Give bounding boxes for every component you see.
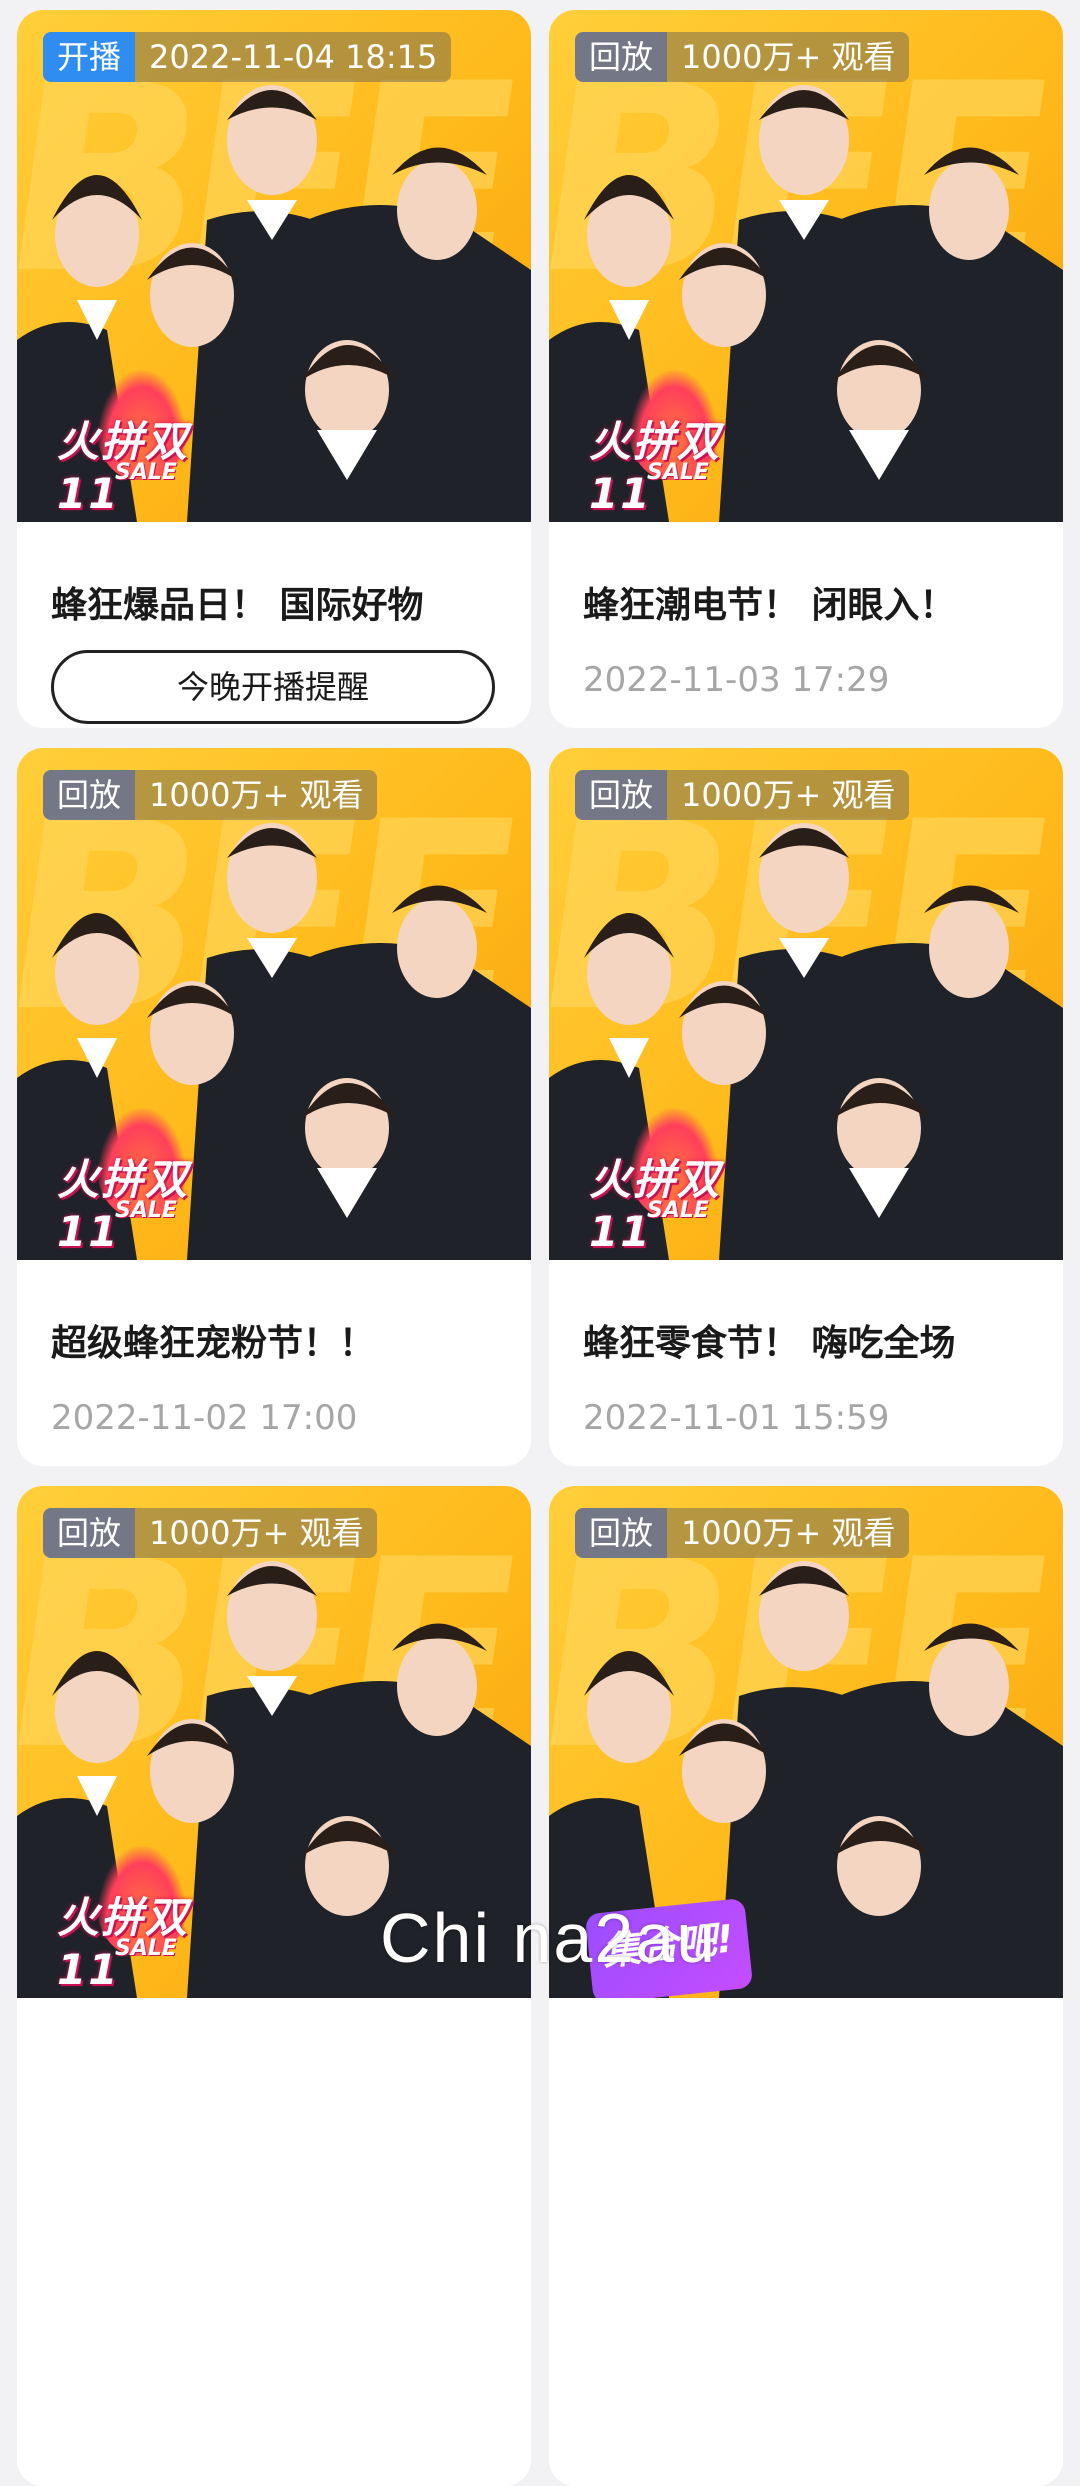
status-tag: 回放 [43, 770, 136, 820]
sale-sub: SALE [647, 460, 709, 485]
card-title: 蜂狂零食节！ 嗨吃全场 [583, 1323, 956, 1364]
start-time: 2022-11-04 18:15 [135, 32, 452, 82]
replay-badge: 回放 1000万+ 观看 [575, 770, 910, 820]
remind-button[interactable]: 今晚开播提醒 [51, 650, 495, 724]
sale-logo: 火拼双11 SALE [57, 1846, 227, 1994]
card-title: 蜂狂爆品日！ 国际好物 [51, 585, 424, 626]
card-date: 2022-11-03 17:29 [583, 660, 890, 700]
sale-sub: SALE [115, 460, 177, 485]
sale-sub: SALE [115, 1198, 177, 1223]
status-tag: 回放 [575, 32, 668, 82]
status-tag: 回放 [575, 770, 668, 820]
replay-card[interactable]: BEE [17, 1486, 531, 2486]
card-date: 2022-11-01 15:59 [583, 1398, 890, 1438]
sale-logo: 火拼双11 SALE [589, 1108, 759, 1256]
replay-thumbnail[interactable]: BEE [17, 748, 531, 1260]
sale-logo: 火拼双11 SALE [57, 370, 227, 518]
replay-card[interactable]: BEE [17, 748, 531, 1466]
view-count: 1000万+ 观看 [135, 770, 378, 820]
replay-badge: 回放 1000万+ 观看 [43, 1508, 378, 1558]
status-tag: 回放 [43, 1508, 136, 1558]
card-date: 2022-11-02 17:00 [51, 1398, 358, 1438]
card-title: 蜂狂潮电节！ 闭眼入！ [583, 585, 956, 626]
status-tag: 回放 [575, 1508, 668, 1558]
live-card[interactable]: BEE [17, 10, 531, 728]
card-title: 超级蜂狂宠粉节！！ [51, 1323, 376, 1364]
sale-sub: SALE [647, 1198, 709, 1223]
view-count: 1000万+ 观看 [135, 1508, 378, 1558]
status-tag: 开播 [43, 32, 136, 82]
replay-badge: 回放 1000万+ 观看 [575, 32, 910, 82]
view-count: 1000万+ 观看 [667, 1508, 910, 1558]
sale-sub: SALE [115, 1936, 177, 1961]
replay-card[interactable]: BEE [549, 748, 1063, 1466]
replay-badge: 回放 1000万+ 观看 [43, 770, 378, 820]
replay-thumbnail[interactable]: BEE [549, 10, 1063, 522]
watermark: Chi na2au [380, 1899, 718, 1977]
live-badge: 开播 2022-11-04 18:15 [43, 32, 452, 82]
live-thumbnail[interactable]: BEE [17, 10, 531, 522]
sale-logo: 火拼双11 SALE [589, 370, 759, 518]
replay-card[interactable]: BEE [549, 1486, 1063, 2486]
replay-badge: 回放 1000万+ 观看 [575, 1508, 910, 1558]
sale-logo: 火拼双11 SALE [57, 1108, 227, 1256]
view-count: 1000万+ 观看 [667, 770, 910, 820]
view-count: 1000万+ 观看 [667, 32, 910, 82]
replay-thumbnail[interactable]: BEE [549, 748, 1063, 1260]
replay-card[interactable]: BEE [549, 10, 1063, 728]
